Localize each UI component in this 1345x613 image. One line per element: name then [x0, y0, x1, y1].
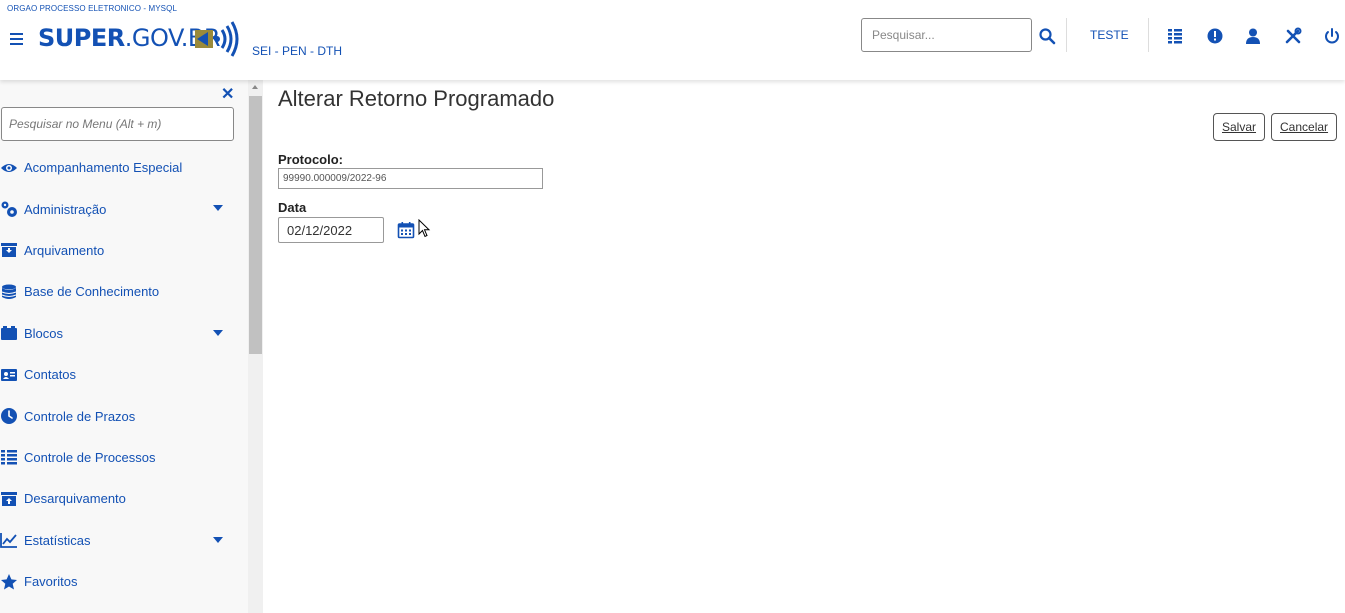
logo-text-bold: SUPER: [38, 24, 125, 52]
unit-label[interactable]: SEI - PEN - DTH: [252, 44, 342, 58]
alert-icon[interactable]: [1206, 27, 1224, 45]
date-field[interactable]: [278, 217, 384, 243]
sidebar-item-label: Acompanhamento Especial: [24, 160, 183, 176]
tools-icon[interactable]: [1284, 27, 1302, 45]
sidebar-item-label: Controle de Processos: [24, 449, 156, 465]
sidebar-item-estatisticas[interactable]: Estatísticas: [0, 520, 240, 561]
chart-line-icon: [0, 531, 18, 549]
contact-card-icon: [0, 366, 18, 384]
logout-icon[interactable]: [1323, 27, 1341, 45]
sidebar-item-label: Arquivamento: [24, 242, 105, 258]
unit-selector[interactable]: TESTE: [1090, 28, 1129, 42]
gears-icon: [0, 200, 18, 218]
sidebar-item-label: Administração: [24, 201, 107, 217]
scroll-up-icon[interactable]: [252, 85, 258, 89]
main-content: Alterar Retorno Programado Salvar Cancel…: [263, 80, 1345, 613]
scroll-thumb[interactable]: [249, 96, 262, 354]
sidebar-item-favoritos[interactable]: Favoritos: [0, 561, 240, 602]
sidebar-item-administracao[interactable]: Administração: [0, 188, 240, 229]
protocolo-label: Protocolo:: [278, 152, 343, 167]
menu-search-input[interactable]: [1, 107, 234, 141]
unarchive-icon: [0, 490, 18, 508]
org-label: ORGAO PROCESSO ELETRONICO - MYSQL: [7, 4, 177, 13]
user-icon[interactable]: [1244, 27, 1262, 45]
sidebar-item-base-de-conhecimento[interactable]: Base de Conhecimento: [0, 271, 240, 312]
header-divider: [1148, 18, 1149, 52]
sidebar-item-label: Favoritos: [24, 574, 78, 590]
sidebar-scrollbar[interactable]: [248, 80, 263, 613]
save-button[interactable]: Salvar: [1213, 113, 1266, 141]
sidebar-item-label: Blocos: [24, 325, 64, 341]
sidebar-item-controle-de-processos[interactable]: Controle de Processos: [0, 437, 240, 478]
close-menu-icon[interactable]: ✕: [221, 84, 234, 104]
logo-mark-icon: [195, 21, 239, 57]
star-icon: [0, 573, 18, 591]
cancel-button[interactable]: Cancelar: [1271, 113, 1338, 141]
data-label: Data: [278, 200, 307, 215]
sidebar-item-desarquivamento[interactable]: Desarquivamento: [0, 478, 240, 519]
caret-down-icon[interactable]: [213, 536, 223, 543]
sidebar-item-label: Estatísticas: [24, 532, 91, 548]
search-input[interactable]: [861, 18, 1032, 52]
sidebar-item-controle-de-prazos[interactable]: Controle de Prazos: [0, 395, 240, 436]
sidebar-item-label: Contatos: [24, 367, 77, 383]
top-header: ORGAO PROCESSO ELETRONICO - MYSQL SUPER.…: [0, 0, 1345, 80]
caret-down-icon[interactable]: [213, 329, 223, 336]
clock-icon: [0, 407, 18, 425]
folder-icon: [0, 324, 18, 342]
database-icon: [0, 283, 18, 301]
protocolo-field[interactable]: [278, 168, 543, 189]
sidebar-item-blocos[interactable]: Blocos: [0, 313, 240, 354]
page-title: Alterar Retorno Programado: [278, 86, 555, 111]
sidebar: ✕ Acompanhamento Especial Administração …: [0, 80, 248, 613]
menu-list: Acompanhamento Especial Administração Ar…: [0, 147, 240, 602]
eye-icon: [0, 159, 18, 177]
list-icon: [0, 448, 18, 466]
mouse-cursor-icon: [418, 219, 431, 238]
sidebar-item-label: Controle de Prazos: [24, 408, 136, 424]
header-divider: [1066, 18, 1067, 52]
caret-down-icon[interactable]: [213, 205, 223, 212]
sidebar-item-label: Desarquivamento: [24, 491, 126, 507]
calendar-icon[interactable]: [397, 221, 415, 239]
sidebar-item-contatos[interactable]: Contatos: [0, 354, 240, 395]
search-icon[interactable]: [1038, 27, 1056, 45]
sidebar-item-arquivamento[interactable]: Arquivamento: [0, 230, 240, 271]
sidebar-item-acompanhamento-especial[interactable]: Acompanhamento Especial: [0, 147, 240, 188]
menu-toggle-icon[interactable]: [10, 30, 26, 46]
archive-icon: [0, 241, 18, 259]
process-list-icon[interactable]: [1166, 27, 1184, 45]
sidebar-item-label: Base de Conhecimento: [24, 284, 160, 300]
